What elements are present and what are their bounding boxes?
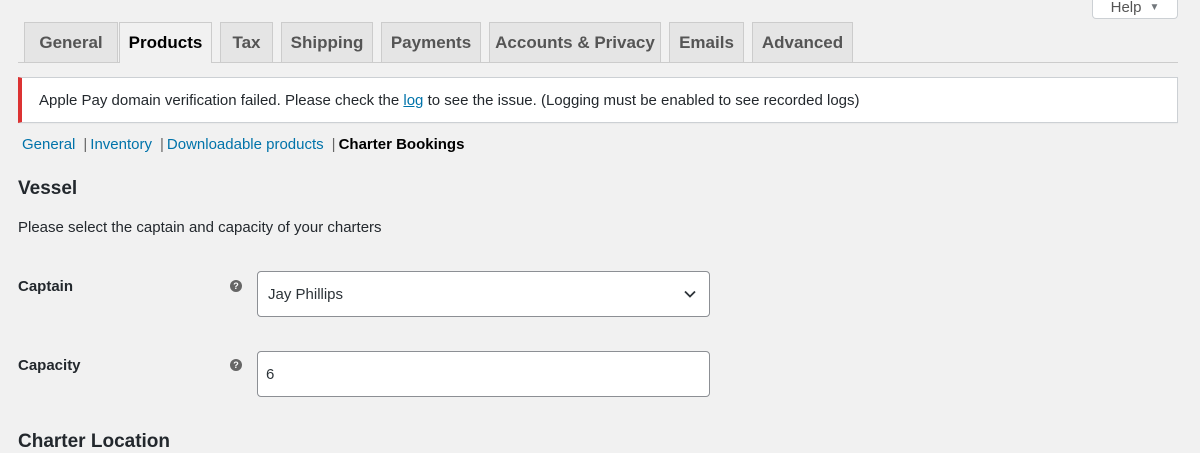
question-circle-icon[interactable]: ? bbox=[230, 359, 242, 371]
help-label: Help bbox=[1110, 0, 1142, 16]
tab-payments[interactable]: Payments bbox=[381, 22, 481, 62]
product-subnav: General | Inventory | Downloadable produ… bbox=[22, 136, 464, 153]
help-button[interactable]: Help ▼ bbox=[1092, 0, 1178, 19]
notice-text-after: to see the issue. (Logging must be enabl… bbox=[423, 91, 860, 109]
tab-tax[interactable]: Tax bbox=[220, 22, 273, 62]
notice-message: Apple Pay domain verification failed. Pl… bbox=[39, 92, 860, 109]
chevron-down-icon bbox=[684, 290, 696, 298]
tab-general[interactable]: General bbox=[24, 22, 118, 62]
caret-down-icon: ▼ bbox=[1149, 2, 1160, 13]
capacity-input[interactable] bbox=[257, 351, 710, 397]
capacity-label: Capacity bbox=[18, 357, 81, 374]
subnav-separator: | bbox=[331, 136, 336, 153]
notice-text-before: Apple Pay domain verification failed. Pl… bbox=[39, 91, 404, 109]
question-circle-icon[interactable]: ? bbox=[230, 280, 242, 292]
tab-products[interactable]: Products bbox=[119, 22, 212, 63]
captain-label: Captain bbox=[18, 278, 74, 295]
tab-emails[interactable]: Emails bbox=[669, 22, 744, 62]
subnav-separator: | bbox=[159, 136, 164, 153]
tab-advanced[interactable]: Advanced bbox=[752, 22, 853, 62]
charter-location-title: Charter Location bbox=[18, 431, 171, 452]
settings-tabs: General Products Tax Shipping Payments A… bbox=[18, 22, 1178, 63]
captain-selected-value: Jay Phillips bbox=[268, 285, 344, 303]
subnav-downloadable-products[interactable]: Downloadable products bbox=[167, 136, 324, 153]
subnav-general[interactable]: General bbox=[22, 136, 75, 153]
subnav-charter-bookings: Charter Bookings bbox=[338, 136, 465, 153]
captain-select[interactable]: Jay Phillips bbox=[257, 271, 710, 317]
tab-accounts-privacy[interactable]: Accounts & Privacy bbox=[489, 22, 661, 62]
error-notice: Apple Pay domain verification failed. Pl… bbox=[18, 77, 1178, 123]
section-description: Please select the captain and capacity o… bbox=[18, 219, 382, 236]
section-title: Vessel bbox=[18, 178, 78, 199]
tab-shipping[interactable]: Shipping bbox=[281, 22, 373, 62]
subnav-separator: | bbox=[83, 136, 88, 153]
log-link[interactable]: log bbox=[403, 92, 423, 109]
subnav-inventory[interactable]: Inventory bbox=[90, 136, 152, 153]
